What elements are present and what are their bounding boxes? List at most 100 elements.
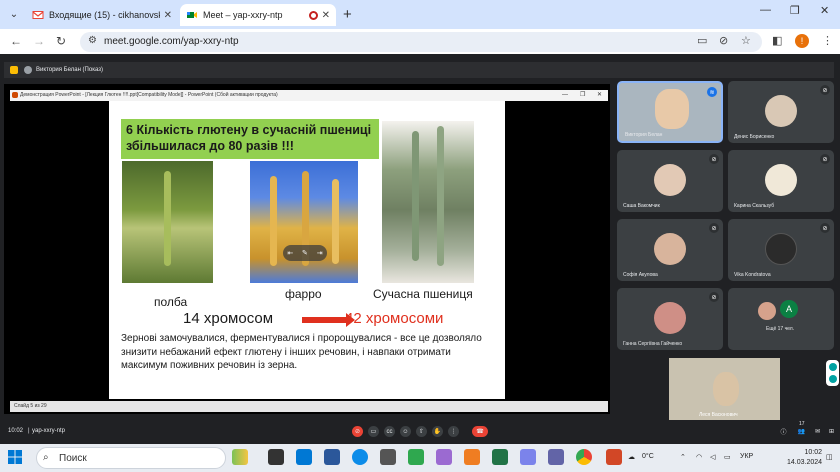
captions-button[interactable]: cc: [384, 426, 395, 437]
chat-icon[interactable]: ✉: [812, 426, 823, 437]
chrome-icon[interactable]: [576, 449, 592, 465]
mic-off-icon: ⊘: [820, 223, 830, 233]
more-options-button[interactable]: ⋮: [448, 426, 459, 437]
side-panel-popout[interactable]: [826, 360, 839, 386]
camera-icon[interactable]: ▭: [697, 34, 707, 47]
wifi-icon[interactable]: ◠: [696, 453, 702, 461]
meeting-info-icon[interactable]: ⓘ: [778, 426, 789, 437]
excel-icon[interactable]: [492, 449, 508, 465]
file-explorer-icon[interactable]: [296, 449, 312, 465]
participant-tile[interactable]: ≋ Виктория Белан: [617, 81, 723, 143]
participant-name: Саша Вакомчик: [623, 203, 660, 209]
ppt-close-button[interactable]: ✕: [597, 90, 602, 101]
temperature: 0°C: [642, 453, 654, 460]
profile-avatar[interactable]: !: [795, 34, 809, 48]
battery-icon[interactable]: ▭: [724, 453, 731, 461]
participant-tile[interactable]: ⊘ Ганна Сергіївна Гайченко: [617, 288, 723, 350]
close-window-button[interactable]: ✕: [820, 4, 829, 17]
notifications-icon[interactable]: ◫: [826, 453, 833, 461]
reactions-button[interactable]: ☺: [400, 426, 411, 437]
recording-icon: [308, 10, 318, 20]
restore-button[interactable]: ❐: [790, 4, 800, 17]
participant-tile[interactable]: ⊘ Vika Kondratova: [728, 219, 834, 281]
reload-icon[interactable]: ↻: [56, 34, 66, 48]
viber-icon[interactable]: [548, 449, 564, 465]
powerpoint-icon[interactable]: [606, 449, 622, 465]
mic-off-icon[interactable]: ⊘: [719, 34, 728, 47]
people-icon[interactable]: 👥: [796, 426, 807, 437]
slide-overlay-controls[interactable]: ⇤ ✎ ⇥: [283, 245, 327, 261]
slide-title: 6 Кількість глютену в сучасній пшениці з…: [121, 119, 379, 159]
farro-stalk: [332, 179, 339, 264]
windows-start-icon[interactable]: [8, 450, 22, 464]
app-icon[interactable]: [436, 449, 452, 465]
menu-icon[interactable]: ⋮: [822, 34, 833, 47]
new-tab-button[interactable]: +: [343, 6, 352, 23]
participant-tile[interactable]: ⊘ Карина Скальзуб: [728, 150, 834, 212]
overlay-pen-icon[interactable]: ✎: [302, 249, 308, 257]
search-highlight-image[interactable]: [232, 449, 248, 465]
volume-icon[interactable]: ◁: [710, 453, 715, 461]
bookmark-star-icon[interactable]: ☆: [741, 34, 751, 47]
participant-tile[interactable]: ⊘ Денис Борисенко: [728, 81, 834, 143]
weather-icon[interactable]: ☁: [628, 453, 635, 461]
powerpoint-title-bar: Демонстрация PowerPoint - [Лекция Глютен…: [10, 90, 608, 101]
participant-tile[interactable]: ⊘ Софія Акулова: [617, 219, 723, 281]
participant-video: [655, 89, 689, 129]
ppt-minimize-button[interactable]: —: [562, 90, 568, 101]
mic-toggle-button[interactable]: ⊘: [352, 426, 363, 437]
self-name: Леся Васюнович: [699, 412, 738, 418]
tab-search-icon[interactable]: ⌄: [6, 6, 22, 22]
url-text: meet.google.com/yap-xxry-ntp: [104, 36, 239, 47]
back-icon[interactable]: ←: [10, 34, 22, 48]
self-video-tile[interactable]: Леся Васюнович: [669, 358, 780, 420]
keyboard-language[interactable]: УКР: [740, 453, 753, 460]
gmail-icon: [32, 9, 44, 21]
present-button[interactable]: ⇧: [416, 426, 427, 437]
taskbar-search-label: Поиск: [59, 453, 87, 464]
tab-close-icon[interactable]: ✕: [322, 10, 330, 21]
overlay-prev-icon[interactable]: ⇤: [287, 249, 293, 257]
system-clock[interactable]: 10:02 14.03.2024: [787, 448, 822, 468]
ppt-restore-button[interactable]: ❐: [580, 90, 585, 101]
app-icon[interactable]: [380, 449, 396, 465]
mic-off-icon: ⊘: [820, 154, 830, 164]
polba-stalk: [164, 171, 171, 266]
minimize-button[interactable]: —: [760, 4, 771, 16]
tab-close-icon[interactable]: ✕: [164, 10, 172, 21]
app-icon[interactable]: [520, 449, 536, 465]
close-icon[interactable]: [829, 375, 837, 383]
browser-tab-bar: ⌄ Входящие (15) - cikhanovskaja... ✕ Mee…: [0, 0, 840, 29]
app-icon[interactable]: [464, 449, 480, 465]
raise-hand-button[interactable]: ✋: [432, 426, 443, 437]
more-participants-tile[interactable]: A Ещё 17 чел.: [728, 288, 834, 350]
taskbar-search-box[interactable]: ⌕ Поиск: [36, 447, 226, 469]
chromosomes-from: 14 хромосом: [183, 310, 274, 327]
slide-body-text: Зернові замочувалися, ферментувалися і п…: [121, 333, 482, 371]
tray-expand-icon[interactable]: ⌃: [680, 453, 686, 461]
more-participants-label: Ещё 17 чел.: [766, 326, 795, 332]
close-icon[interactable]: [829, 363, 837, 371]
address-bar[interactable]: ⚙ meet.google.com/yap-xxry-ntp: [80, 32, 762, 52]
tab-gmail[interactable]: Входящие (15) - cikhanovskaja... ✕: [26, 4, 178, 26]
mic-off-icon: ⊘: [709, 154, 719, 164]
task-view-icon[interactable]: [268, 449, 284, 465]
leave-call-button[interactable]: ☎: [472, 426, 488, 437]
edge-icon[interactable]: [352, 449, 368, 465]
tab-meet[interactable]: Meet – yap-xxry-ntp ✕: [180, 4, 336, 26]
mic-off-icon: ⊘: [820, 85, 830, 95]
activities-icon[interactable]: ⊞: [826, 426, 837, 437]
slide-area: 6 Кількість глютену в сучасній пшениці з…: [10, 101, 608, 401]
forward-icon[interactable]: →: [33, 34, 45, 48]
side-panel-icon[interactable]: ◧: [772, 34, 782, 47]
chromosomes-to: 42 хромосоми: [345, 310, 444, 327]
overlay-next-icon[interactable]: ⇥: [317, 249, 323, 257]
site-info-icon[interactable]: ⚙: [88, 35, 97, 46]
presenter-label: Виктория Белан (Показ): [36, 67, 103, 73]
camera-toggle-button[interactable]: ▭: [368, 426, 379, 437]
app-icon[interactable]: [408, 449, 424, 465]
modern-wheat-stalk: [437, 126, 444, 266]
meeting-code: yap-xxry-ntp: [32, 428, 66, 434]
participant-tile[interactable]: ⊘ Саша Вакомчик: [617, 150, 723, 212]
word-icon[interactable]: [324, 449, 340, 465]
